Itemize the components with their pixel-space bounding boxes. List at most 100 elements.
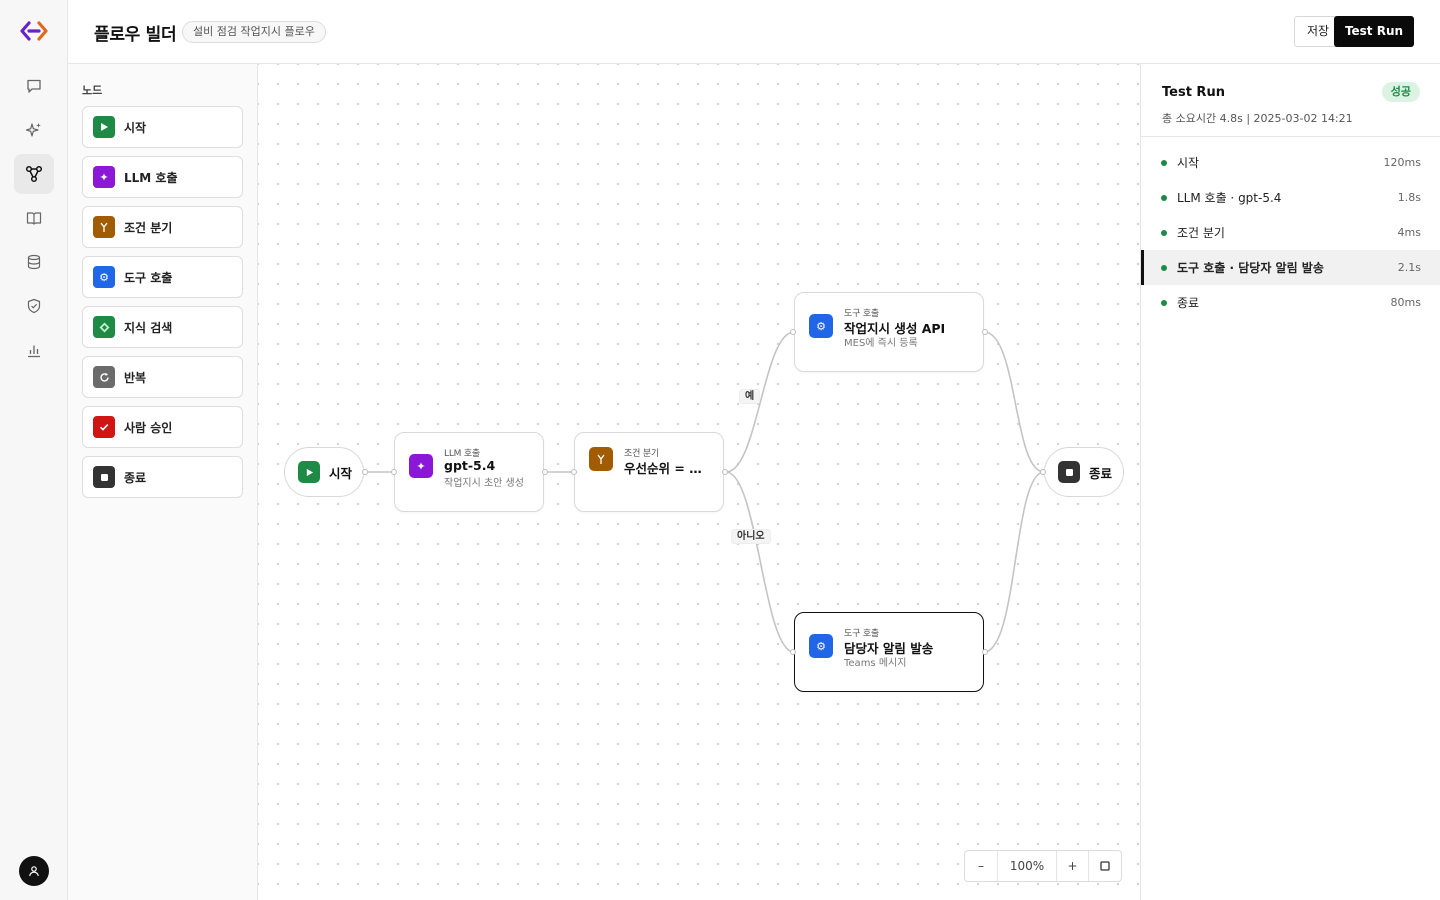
gear-icon: ⚙ (809, 634, 833, 658)
edge-cond-yes (725, 331, 795, 473)
flow-icon (25, 165, 43, 183)
palette-item-label: 지식 검색 (124, 320, 173, 335)
book-icon (26, 212, 42, 225)
app-rail (0, 0, 68, 900)
panel-title: Test Run (1162, 85, 1225, 100)
palette-item-llm[interactable]: ✦ LLM 호출 (82, 156, 243, 198)
run-step[interactable]: LLM 호출 · gpt-5.4 1.8s (1141, 180, 1440, 215)
nav-chat[interactable] (14, 66, 54, 106)
port-tool-no-in[interactable] (790, 649, 796, 655)
palette-item-start[interactable]: 시작 (82, 106, 243, 148)
palette-heading: 노드 (82, 84, 103, 97)
flow-name-chip[interactable]: 설비 점검 작업지시 플로우 (182, 21, 326, 43)
port-tool-no-out[interactable] (982, 649, 988, 655)
node-tool-notify[interactable]: ⚙ 도구 호출 담당자 알림 발송 Teams 메시지 (794, 612, 984, 692)
gear-icon: ⚙ (809, 314, 833, 338)
node-end-label: 종료 (1089, 465, 1113, 481)
user-icon (29, 866, 39, 877)
fit-view-icon (1100, 861, 1110, 871)
palette-item-label: LLM 호출 (124, 170, 178, 185)
palette-item-loop[interactable]: 반복 (82, 356, 243, 398)
run-step-label: 도구 호출 · 담당자 알림 발송 (1177, 261, 1324, 275)
nav-data[interactable] (14, 242, 54, 282)
node-desc: 작업지시 초안 생성 (444, 478, 524, 489)
fit-view-button[interactable] (1089, 851, 1121, 881)
nav-ai[interactable] (14, 110, 54, 150)
success-dot-icon (1161, 194, 1167, 201)
play-icon (93, 116, 115, 138)
app-logo[interactable] (20, 20, 48, 42)
node-end[interactable]: 종료 (1044, 447, 1124, 497)
run-step[interactable]: 조건 분기 4ms (1141, 215, 1440, 250)
palette-item-branch[interactable]: 조건 분기 (82, 206, 243, 248)
zoom-in-button[interactable]: + (1057, 851, 1089, 881)
play-icon (298, 461, 320, 483)
port-cond-in[interactable] (571, 469, 577, 475)
port-start-out[interactable] (362, 469, 368, 475)
run-step-label: LLM 호출 · gpt-5.4 (1177, 191, 1282, 205)
palette-item-label: 도구 호출 (124, 270, 173, 285)
palette-item-knowledge[interactable]: 지식 검색 (82, 306, 243, 348)
port-tool-yes-out[interactable] (982, 329, 988, 335)
success-dot-icon (1161, 299, 1167, 306)
node-llm[interactable]: ✦ LLM 호출 gpt-5.4 작업지시 초안 생성 (394, 432, 544, 512)
run-step-label: 조건 분기 (1177, 226, 1225, 240)
run-step-duration: 80ms (1390, 296, 1421, 309)
palette-item-label: 사람 승인 (124, 420, 173, 435)
check-icon (93, 416, 115, 438)
port-tool-yes-in[interactable] (790, 329, 796, 335)
success-dot-icon (1161, 159, 1167, 166)
branch-icon (93, 216, 115, 238)
nav-analytics[interactable] (14, 330, 54, 370)
divider (1141, 136, 1440, 137)
edge-label-no: 아니오 (731, 529, 771, 544)
chat-icon (27, 79, 41, 93)
edge-cond-no (725, 471, 795, 653)
palette-item-label: 조건 분기 (124, 220, 173, 235)
top-header: 플로우 빌더 설비 점검 작업지시 플로우 저장 Test Run (68, 0, 1440, 64)
loop-icon (93, 366, 115, 388)
run-step-selected[interactable]: 도구 호출 · 담당자 알림 발송 2.1s (1141, 250, 1440, 285)
node-name: gpt-5.4 (444, 458, 496, 473)
palette-item-label: 종료 (124, 470, 147, 485)
zoom-controls: – 100% + (964, 850, 1122, 882)
nav-knowledge[interactable] (14, 198, 54, 238)
node-desc: MES에 즉시 등록 (844, 338, 918, 349)
zoom-level: 100% (998, 851, 1057, 881)
run-step-label: 종료 (1177, 296, 1200, 310)
port-llm-out[interactable] (542, 469, 548, 475)
palette-item-label: 반복 (124, 370, 147, 385)
node-condition[interactable]: 조건 분기 우선순위 = 높음 (574, 432, 724, 512)
test-run-panel: Test Run 성공 총 소요시간 4.8s | 2025-03-02 14:… (1140, 64, 1440, 900)
flow-canvas[interactable]: 시작 ✦ LLM 호출 gpt-5.4 작업지시 초안 생성 조건 분기 우선순… (258, 64, 1140, 900)
stop-icon (1058, 461, 1080, 483)
chart-icon (28, 345, 40, 358)
node-name: 우선순위 = 높음 (624, 461, 708, 476)
zoom-out-button[interactable]: – (965, 851, 998, 881)
edge-yes-end (983, 331, 1045, 473)
palette-item-approval[interactable]: 사람 승인 (82, 406, 243, 448)
test-run-button[interactable]: Test Run (1334, 16, 1414, 47)
node-tool-create-order[interactable]: ⚙ 도구 호출 작업지시 생성 API MES에 즉시 등록 (794, 292, 984, 372)
run-step-duration: 120ms (1383, 156, 1421, 169)
node-desc: Teams 메시지 (844, 658, 907, 669)
run-step[interactable]: 시작 120ms (1141, 145, 1440, 180)
run-step[interactable]: 종료 80ms (1141, 285, 1440, 320)
node-start[interactable]: 시작 (284, 447, 364, 497)
nav-flow[interactable] (14, 154, 54, 194)
diamond-icon (93, 316, 115, 338)
nav-security[interactable] (14, 286, 54, 326)
node-start-label: 시작 (329, 465, 353, 481)
gear-icon: ⚙ (93, 266, 115, 288)
database-icon (27, 254, 41, 270)
palette-item-tool[interactable]: ⚙ 도구 호출 (82, 256, 243, 298)
palette-item-end[interactable]: 종료 (82, 456, 243, 498)
run-meta: 총 소요시간 4.8s | 2025-03-02 14:21 (1162, 112, 1353, 125)
port-llm-in[interactable] (391, 469, 397, 475)
edge-label-yes: 예 (739, 389, 761, 404)
port-end-in[interactable] (1040, 469, 1046, 475)
user-avatar[interactable] (19, 856, 49, 886)
port-cond-out[interactable] (722, 469, 728, 475)
run-step-label: 시작 (1177, 156, 1200, 170)
status-badge: 성공 (1381, 82, 1420, 102)
